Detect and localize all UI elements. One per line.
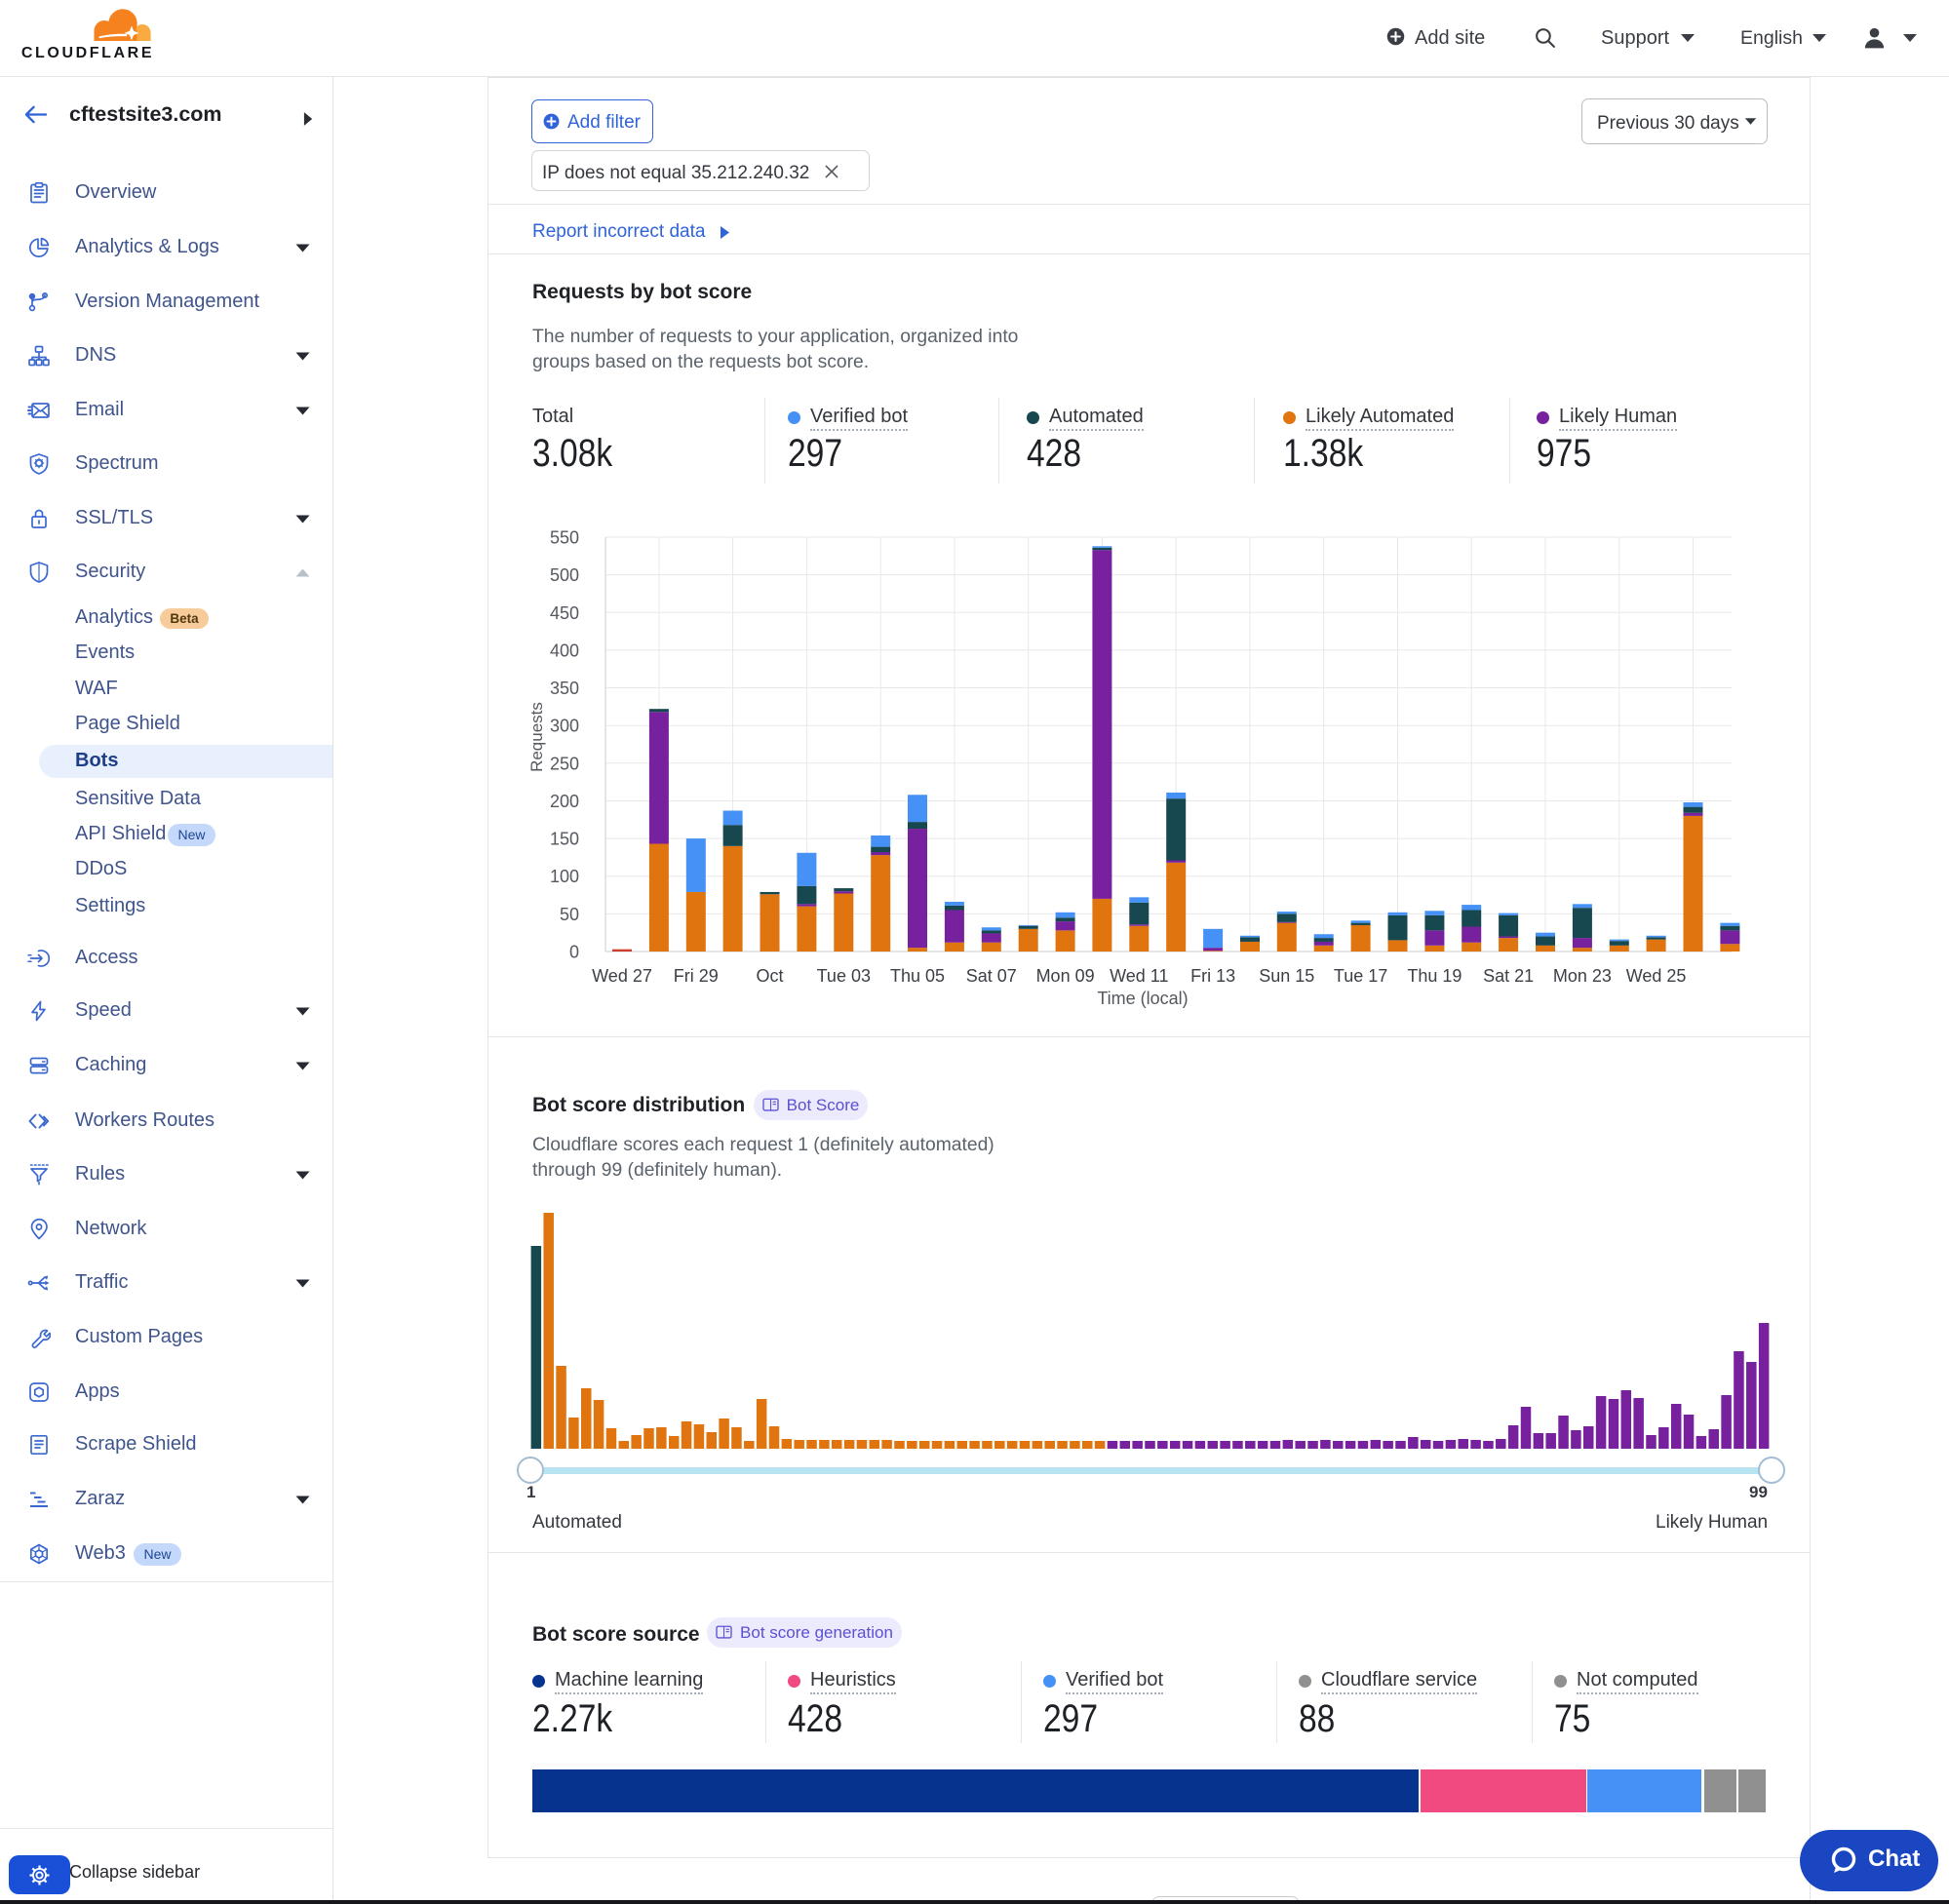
svg-text:Mon 09: Mon 09 — [1036, 966, 1095, 986]
svg-text:Requests: Requests — [527, 702, 546, 772]
svg-text:Mon 23: Mon 23 — [1553, 966, 1612, 986]
svg-text:Wed 25: Wed 25 — [1626, 966, 1687, 986]
svg-text:Oct: Oct — [756, 966, 783, 986]
svg-text:Fri 13: Fri 13 — [1190, 966, 1235, 986]
svg-text:Thu 19: Thu 19 — [1407, 966, 1462, 986]
svg-text:200: 200 — [550, 792, 579, 811]
svg-text:500: 500 — [550, 565, 579, 585]
svg-text:50: 50 — [560, 905, 579, 924]
svg-text:Wed 27: Wed 27 — [592, 966, 652, 986]
svg-text:400: 400 — [550, 641, 579, 660]
svg-text:Tue 17: Tue 17 — [1334, 966, 1387, 986]
svg-text:Fri 29: Fri 29 — [674, 966, 719, 986]
svg-text:300: 300 — [550, 717, 579, 736]
svg-text:Sat 07: Sat 07 — [966, 966, 1017, 986]
svg-text:550: 550 — [550, 528, 579, 548]
svg-text:350: 350 — [550, 679, 579, 698]
svg-text:100: 100 — [550, 867, 579, 886]
svg-text:Time (local): Time (local) — [1097, 989, 1188, 1008]
svg-text:Wed 11: Wed 11 — [1110, 966, 1168, 986]
svg-text:450: 450 — [550, 603, 579, 623]
svg-text:Sun 15: Sun 15 — [1259, 966, 1314, 986]
svg-text:Tue 03: Tue 03 — [817, 966, 871, 986]
svg-text:150: 150 — [550, 830, 579, 849]
svg-text:Thu 05: Thu 05 — [890, 966, 945, 986]
svg-text:250: 250 — [550, 754, 579, 773]
svg-text:0: 0 — [569, 943, 579, 962]
svg-text:Sat 21: Sat 21 — [1483, 966, 1534, 986]
